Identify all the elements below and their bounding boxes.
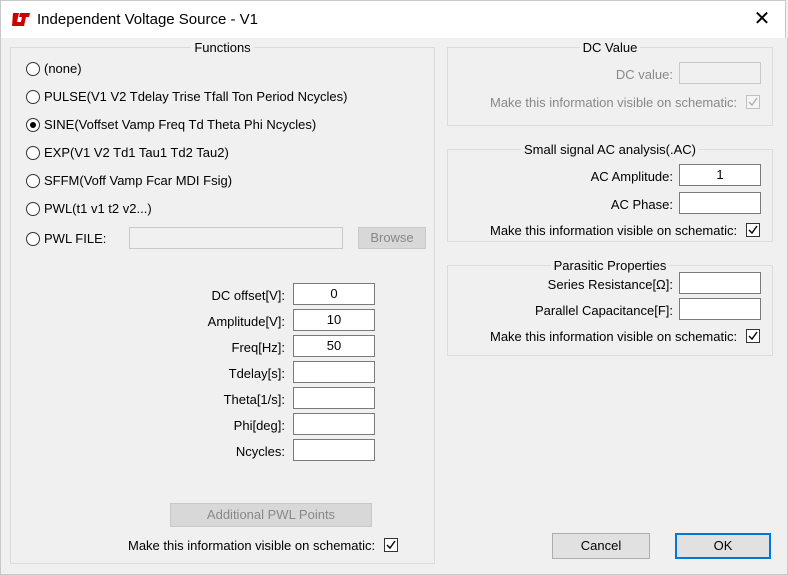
radio-sffm[interactable] — [26, 174, 40, 188]
series-resistance-label: Series Resistance[Ω]: — [547, 277, 673, 292]
radio-sine-label: SINE(Voffset Vamp Freq Td Theta Phi Ncyc… — [44, 117, 317, 132]
dc-value-legend: DC Value — [582, 40, 638, 55]
checkmark-icon — [748, 225, 758, 235]
ac-visible-checkbox[interactable] — [746, 223, 760, 237]
param-dc-offset-label: DC offset[V]: — [211, 288, 285, 303]
checkmark-icon — [386, 540, 396, 550]
param-tdelay-input[interactable] — [293, 361, 375, 383]
radio-pulse[interactable] — [26, 90, 40, 104]
param-phi-label: Phi[deg]: — [233, 418, 285, 433]
parasitic-visible-label: Make this information visible on schemat… — [490, 329, 738, 344]
ac-visible-label: Make this information visible on schemat… — [490, 223, 738, 238]
param-freq-input[interactable]: 50 — [293, 335, 375, 357]
radio-sine[interactable] — [26, 118, 40, 132]
radio-pwl-file[interactable] — [26, 232, 40, 246]
ac-phase-input[interactable] — [679, 192, 761, 214]
ok-button[interactable]: OK — [675, 533, 771, 559]
functions-visible-label: Make this information visible on schemat… — [128, 538, 376, 553]
ac-amplitude-label: AC Amplitude: — [590, 169, 673, 184]
dc-value-input[interactable] — [679, 62, 761, 84]
param-phi-input[interactable] — [293, 413, 375, 435]
param-theta-input[interactable] — [293, 387, 375, 409]
additional-pwl-points-button[interactable]: Additional PWL Points — [170, 503, 372, 527]
ac-amplitude-input[interactable]: 1 — [679, 164, 761, 186]
param-amplitude-input[interactable]: 10 — [293, 309, 375, 331]
param-tdelay-label: Tdelay[s]: — [228, 366, 285, 381]
close-icon[interactable]: ✕ — [751, 8, 773, 30]
radio-pwl-label: PWL(t1 v1 t2 v2...) — [44, 201, 152, 216]
radio-none[interactable] — [26, 62, 40, 76]
cancel-button[interactable]: Cancel — [552, 533, 650, 559]
param-dc-offset-input[interactable]: 0 — [293, 283, 375, 305]
window-title: Independent Voltage Source - V1 — [37, 11, 259, 28]
radio-pulse-label: PULSE(V1 V2 Tdelay Trise Tfall Ton Perio… — [44, 89, 348, 104]
functions-visible-checkbox[interactable] — [384, 538, 398, 552]
param-amplitude-label: Amplitude[V]: — [207, 314, 285, 329]
checkmark-icon — [748, 331, 758, 341]
functions-legend: Functions — [194, 40, 251, 55]
parasitic-visible-checkbox[interactable] — [746, 329, 760, 343]
radio-pwl-file-label: PWL FILE: — [44, 231, 107, 246]
radio-none-label: (none) — [44, 61, 82, 76]
radio-sffm-label: SFFM(Voff Vamp Fcar MDI Fsig) — [44, 173, 233, 188]
ac-phase-label: AC Phase: — [610, 197, 673, 212]
param-freq-label: Freq[Hz]: — [231, 340, 285, 355]
parallel-capacitance-label: Parallel Capacitance[F]: — [534, 303, 673, 318]
parallel-capacitance-input[interactable] — [679, 298, 761, 320]
ltspice-logo-icon — [12, 13, 30, 26]
radio-exp[interactable] — [26, 146, 40, 160]
title-bar: Independent Voltage Source - V1 ✕ — [0, 0, 786, 38]
ac-analysis-legend: Small signal AC analysis(.AC) — [524, 142, 696, 157]
dc-visible-checkbox[interactable] — [746, 95, 760, 109]
radio-exp-label: EXP(V1 V2 Td1 Tau1 Td2 Tau2) — [44, 145, 229, 160]
checkmark-icon — [748, 97, 758, 107]
radio-pwl[interactable] — [26, 202, 40, 216]
series-resistance-input[interactable] — [679, 272, 761, 294]
param-ncycles-input[interactable] — [293, 439, 375, 461]
dc-visible-label: Make this information visible on schemat… — [490, 95, 738, 110]
param-ncycles-label: Ncycles: — [235, 444, 285, 459]
param-theta-label: Theta[1/s]: — [223, 392, 285, 407]
dc-value-label: DC value: — [615, 67, 673, 82]
pwl-file-input[interactable] — [129, 227, 343, 249]
parasitic-legend: Parasitic Properties — [553, 258, 667, 273]
browse-button[interactable]: Browse — [358, 227, 426, 249]
